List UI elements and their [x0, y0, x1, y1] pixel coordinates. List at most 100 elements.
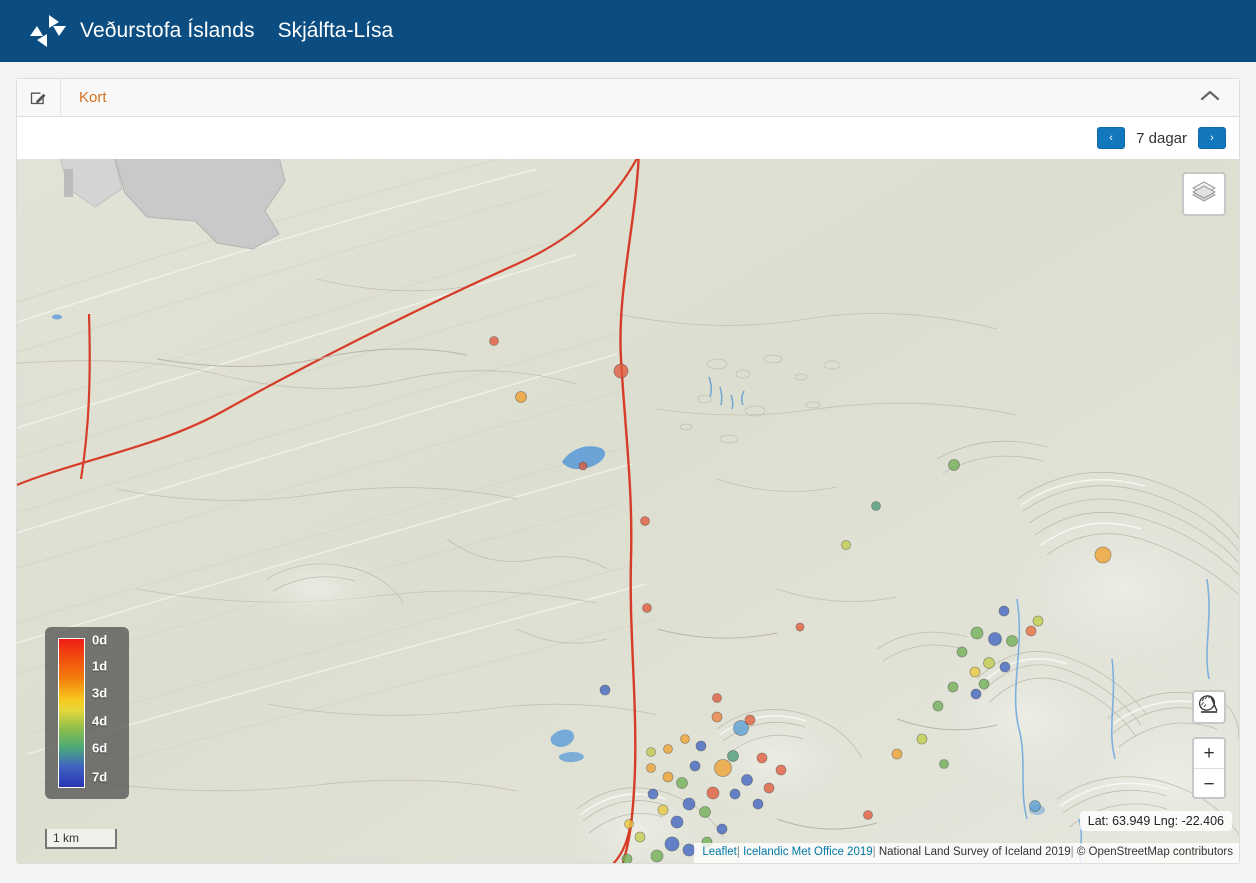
earthquake-marker[interactable]	[979, 679, 989, 689]
earthquake-marker[interactable]	[712, 712, 722, 722]
attr-separator-2: |	[873, 846, 876, 858]
earthquake-marker[interactable]	[516, 392, 527, 403]
earthquake-marker[interactable]	[647, 748, 656, 757]
earthquake-marker[interactable]	[1033, 616, 1043, 626]
earthquake-marker[interactable]	[700, 807, 711, 818]
earthquake-marker[interactable]	[796, 623, 804, 631]
earthquake-marker[interactable]	[1000, 662, 1010, 672]
leaflet-map[interactable]: + − 0d1d3d4d6d7d 1 km Lat: 63.949 Lng: -…	[17, 159, 1239, 863]
earthquake-marker[interactable]	[957, 647, 967, 657]
earthquake-marker[interactable]	[715, 760, 732, 777]
earthquake-marker[interactable]	[1007, 636, 1018, 647]
met-office-link[interactable]: Icelandic Met Office 2019	[743, 846, 873, 858]
coordinate-readout: Lat: 63.949 Lng: -22.406	[1080, 811, 1232, 831]
zoom-out-button[interactable]: −	[1194, 769, 1224, 799]
layers-stack-icon	[1191, 180, 1217, 209]
earthquake-marker[interactable]	[728, 751, 739, 762]
legend-label-3: 4d	[92, 713, 107, 728]
earthquake-marker[interactable]	[742, 775, 753, 786]
earthquake-marker[interactable]	[933, 701, 943, 711]
earthquake-marker[interactable]	[579, 462, 587, 470]
page-title: Kort	[79, 89, 107, 106]
earthquake-marker[interactable]	[713, 694, 722, 703]
panel-edit-button[interactable]	[17, 79, 61, 116]
period-toolbar: ‹ 7 dagar ›	[17, 117, 1239, 159]
earthquake-marker[interactable]	[643, 604, 652, 613]
measure-tool-button[interactable]	[1192, 690, 1226, 724]
earthquake-marker[interactable]	[745, 715, 755, 725]
attr-separator-1: |	[737, 846, 740, 858]
earthquake-marker[interactable]	[1095, 547, 1111, 563]
earthquake-marker[interactable]	[764, 783, 774, 793]
top-navbar: Veðurstofa Íslands Skjálfta-Lísa	[0, 0, 1256, 62]
measure-ruler-icon	[1198, 694, 1220, 721]
earthquake-marker[interactable]	[683, 844, 695, 856]
legend-label-2: 3d	[92, 686, 107, 701]
earthquake-marker[interactable]	[648, 789, 658, 799]
land-survey-attribution: National Land Survey of Iceland 2019	[879, 846, 1071, 858]
app-title: Skjálfta-Lísa	[278, 19, 394, 43]
earthquake-marker[interactable]	[641, 517, 650, 526]
earthquake-marker[interactable]	[625, 820, 634, 829]
chevron-up-icon	[1200, 89, 1220, 107]
brand-home-link[interactable]: Veðurstofa Íslands	[28, 13, 255, 49]
earthquake-marker[interactable]	[989, 633, 1002, 646]
earthquake-marker[interactable]	[757, 753, 767, 763]
earthquake-marker[interactable]	[948, 682, 958, 692]
zoom-control[interactable]: + −	[1192, 737, 1226, 799]
earthquake-marker[interactable]	[681, 735, 690, 744]
layers-control-button[interactable]	[1182, 172, 1226, 216]
earthquake-marker[interactable]	[671, 816, 683, 828]
chevron-left-icon: ‹	[1109, 133, 1113, 144]
earthquake-marker[interactable]	[864, 811, 873, 820]
time-color-legend: 0d1d3d4d6d7d	[45, 627, 129, 799]
earthquake-marker[interactable]	[665, 837, 679, 851]
earthquake-marker[interactable]	[971, 689, 981, 699]
legend-label-5: 7d	[92, 769, 107, 784]
attr-separator-3: |	[1071, 846, 1074, 858]
next-period-button[interactable]: ›	[1198, 127, 1226, 149]
earthquake-marker[interactable]	[892, 749, 902, 759]
earthquake-marker[interactable]	[842, 541, 851, 550]
earthquake-marker[interactable]	[664, 745, 673, 754]
earthquake-marker[interactable]	[1030, 801, 1041, 812]
leaflet-link[interactable]: Leaflet	[702, 846, 737, 858]
scale-bar: 1 km	[45, 829, 117, 849]
legend-gradient-bar	[58, 638, 85, 788]
earthquake-marker[interactable]	[872, 502, 881, 511]
earthquake-marker[interactable]	[683, 798, 695, 810]
earthquake-marker[interactable]	[970, 667, 980, 677]
earthquake-marker[interactable]	[647, 764, 656, 773]
earthquake-marker[interactable]	[490, 337, 499, 346]
earthquake-marker[interactable]	[753, 799, 763, 809]
earthquake-marker[interactable]	[651, 850, 663, 862]
earthquake-marker[interactable]	[600, 685, 610, 695]
earthquake-marker[interactable]	[677, 778, 688, 789]
earthquake-marker[interactable]	[776, 765, 786, 775]
earthquake-marker-layer[interactable]	[17, 159, 1239, 863]
earthquake-marker[interactable]	[622, 854, 632, 863]
earthquake-marker[interactable]	[707, 787, 719, 799]
earthquake-marker[interactable]	[971, 627, 983, 639]
earthquake-marker[interactable]	[730, 789, 740, 799]
legend-label-4: 6d	[92, 740, 107, 755]
map-panel: Kort ‹ 7 dagar ›	[16, 78, 1240, 864]
earthquake-marker[interactable]	[614, 364, 628, 378]
earthquake-marker[interactable]	[917, 734, 927, 744]
osm-attribution: © OpenStreetMap contributors	[1077, 846, 1233, 858]
panel-collapse-button[interactable]	[1197, 79, 1223, 116]
earthquake-marker[interactable]	[984, 658, 995, 669]
earthquake-marker[interactable]	[940, 760, 949, 769]
previous-period-button[interactable]: ‹	[1097, 127, 1125, 149]
earthquake-marker[interactable]	[635, 832, 645, 842]
earthquake-marker[interactable]	[690, 761, 700, 771]
earthquake-marker[interactable]	[658, 805, 668, 815]
earthquake-marker[interactable]	[696, 741, 706, 751]
vedurstofan-pinwheel-logo-icon	[28, 13, 68, 49]
earthquake-marker[interactable]	[663, 772, 673, 782]
zoom-in-button[interactable]: +	[1194, 739, 1224, 769]
earthquake-marker[interactable]	[717, 824, 727, 834]
earthquake-marker[interactable]	[1026, 626, 1036, 636]
earthquake-marker[interactable]	[949, 460, 960, 471]
earthquake-marker[interactable]	[999, 606, 1009, 616]
